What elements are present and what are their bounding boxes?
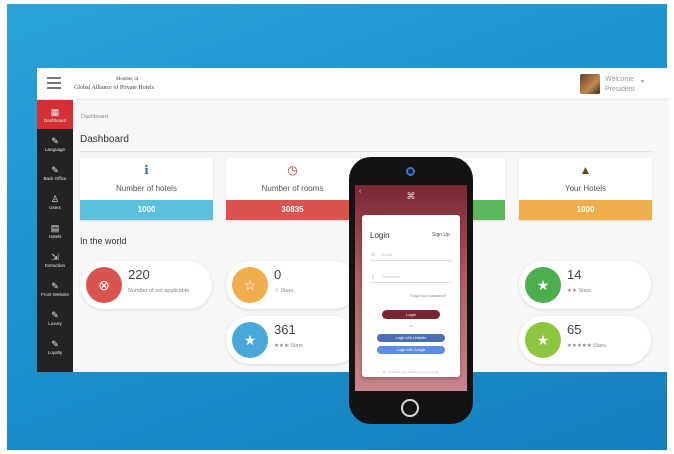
pill-label: ★★★ Stars [274,343,304,349]
world-pill-0-stars: ☆ 0 ☆ Stars [226,261,358,309]
breadcrumb[interactable]: Dashboard [81,114,108,120]
phone-mockup: ‹ ⌘ Login Sign Up ✉ Email ⚷ Password For… [349,157,473,424]
sidebar-item-loyalty[interactable]: ✎ Loyalty [37,332,73,361]
pencil-icon: ✎ [51,338,59,349]
stat-value: 30835 [226,200,359,220]
sidebar-item-extraction[interactable]: ⇲ Extraction [37,245,73,274]
sidebar-item-language[interactable]: ✎ Language [37,129,73,158]
google-login-button[interactable]: Login with Google [377,346,445,354]
stat-label: Number of hotels [116,184,177,193]
pencil-icon: ✎ [51,135,59,146]
signup-link[interactable]: Sign Up [432,232,450,238]
pencil-icon: ✎ [51,280,59,291]
user-icon: ♙ [50,193,60,204]
avatar[interactable] [580,74,600,94]
stat-card-your-hotels: ▲ Your Hotels 1000 [519,158,652,220]
pill-label: ★★ Stars [567,288,592,294]
stat-value: 1000 [80,200,213,220]
sidebar-item-front-website[interactable]: ✎ Front Website [37,274,73,303]
info-icon: ℹ [144,163,149,177]
user-menu[interactable]: Welcome President [605,75,635,95]
sidebar-item-label: Front Website [41,291,69,297]
password-field[interactable]: ⚷ Password [370,271,452,283]
dashboard-grid-icon: ▦ [50,106,60,117]
stat-value: 1000 [519,200,652,220]
pencil-icon: ✎ [51,309,59,320]
member-of-text: Member of [116,77,139,82]
top-bar: Member of Global Alliance of Private Hot… [37,68,670,100]
divider [80,151,654,152]
user-role: President [605,86,635,93]
pill-label: ★★★★★ Stars [567,343,607,349]
email-placeholder: Email [382,252,393,257]
sidebar-item-users[interactable]: ♙ Users [37,187,73,216]
pill-number: 220 [128,267,150,282]
brand: Member of Global Alliance of Private Hot… [74,76,154,92]
forgot-password-link[interactable]: Forgot your password? [410,294,447,298]
phone-screen: ‹ ⌘ Login Sign Up ✉ Email ⚷ Password For… [355,185,467,391]
section-title-world: In the world [80,236,127,246]
stat-card-hotels: ℹ Number of hotels 1000 [80,158,213,220]
sidebar: ▦ Dashboard ✎ Language ✎ Back Office ♙ U… [37,100,73,372]
sidebar-item-label: Extraction [44,262,65,268]
star-icon: ★ [525,267,561,303]
hotel-logo-icon: ⌘ [406,191,416,201]
or-divider: or [409,323,413,328]
pill-number: 0 [274,267,282,282]
stat-label: Number of rooms [261,184,324,193]
key-icon: ⚷ [371,274,375,280]
sidebar-item-label: Back Office [43,175,67,181]
sidebar-item-label: Loyalty [47,349,63,355]
sidebar-item-hotels[interactable]: ▤ Hotels [37,216,73,245]
chevron-down-icon[interactable]: ▾ [641,78,644,85]
world-pill-not-applicable: ⊗ 220 Number of not applicable [80,261,212,309]
sidebar-item-label: Language [44,146,66,152]
sidebar-item-label: Users [49,204,61,210]
terms-text: By continuing you accept the terms of us… [383,370,439,374]
pill-number: 65 [567,322,582,337]
menu-icon[interactable] [47,77,61,89]
pencil-icon: ✎ [51,164,59,175]
sidebar-item-label: Dashboard [43,117,66,123]
world-pill-5-stars: ★ 65 ★★★★★ Stars [519,316,651,364]
password-placeholder: Password [382,274,400,279]
login-card: Login Sign Up ✉ Email ⚷ Password Forgot … [362,215,460,377]
sidebar-item-luxury[interactable]: ✎ Luxury [37,303,73,332]
star-icon: ★ [232,322,268,358]
linkedin-login-button[interactable]: Login with LinkedIn [377,334,445,342]
login-button[interactable]: Login [382,310,440,319]
stat-card-rooms: ◷ Number of rooms 30835 [226,158,359,220]
clock-icon: ◷ [287,163,298,177]
pill-number: 361 [274,322,296,337]
sidebar-item-back-office[interactable]: ✎ Back Office [37,158,73,187]
home-button[interactable] [401,399,419,417]
page-title: Dashboard [80,134,129,145]
world-pill-2-stars: ★ 14 ★★ Stars [519,261,651,309]
alliance-name: Global Alliance of Private Hotels [74,85,154,91]
cancel-icon: ⊗ [86,267,122,303]
warning-icon: ▲ [579,163,592,177]
sidebar-item-label: Luxury [48,320,62,326]
export-icon: ⇲ [51,251,59,262]
email-field[interactable]: ✉ Email [370,249,452,261]
email-icon: ✉ [371,252,376,258]
camera-icon [406,167,415,176]
welcome-text: Welcome [605,76,635,83]
star-icon: ★ [525,322,561,358]
sidebar-item-dashboard[interactable]: ▦ Dashboard [37,100,73,129]
stat-label: Your Hotels [564,184,607,193]
star-outline-icon: ☆ [232,267,268,303]
sidebar-item-label: Hotels [48,233,62,239]
login-title: Login [370,231,390,240]
pill-number: 14 [567,267,582,282]
world-pill-3-stars: ★ 361 ★★★ Stars [226,316,358,364]
hotel-icon: ▤ [50,222,60,233]
pill-label: Number of not applicable [128,288,190,294]
pill-label: ☆ Stars [274,288,294,294]
